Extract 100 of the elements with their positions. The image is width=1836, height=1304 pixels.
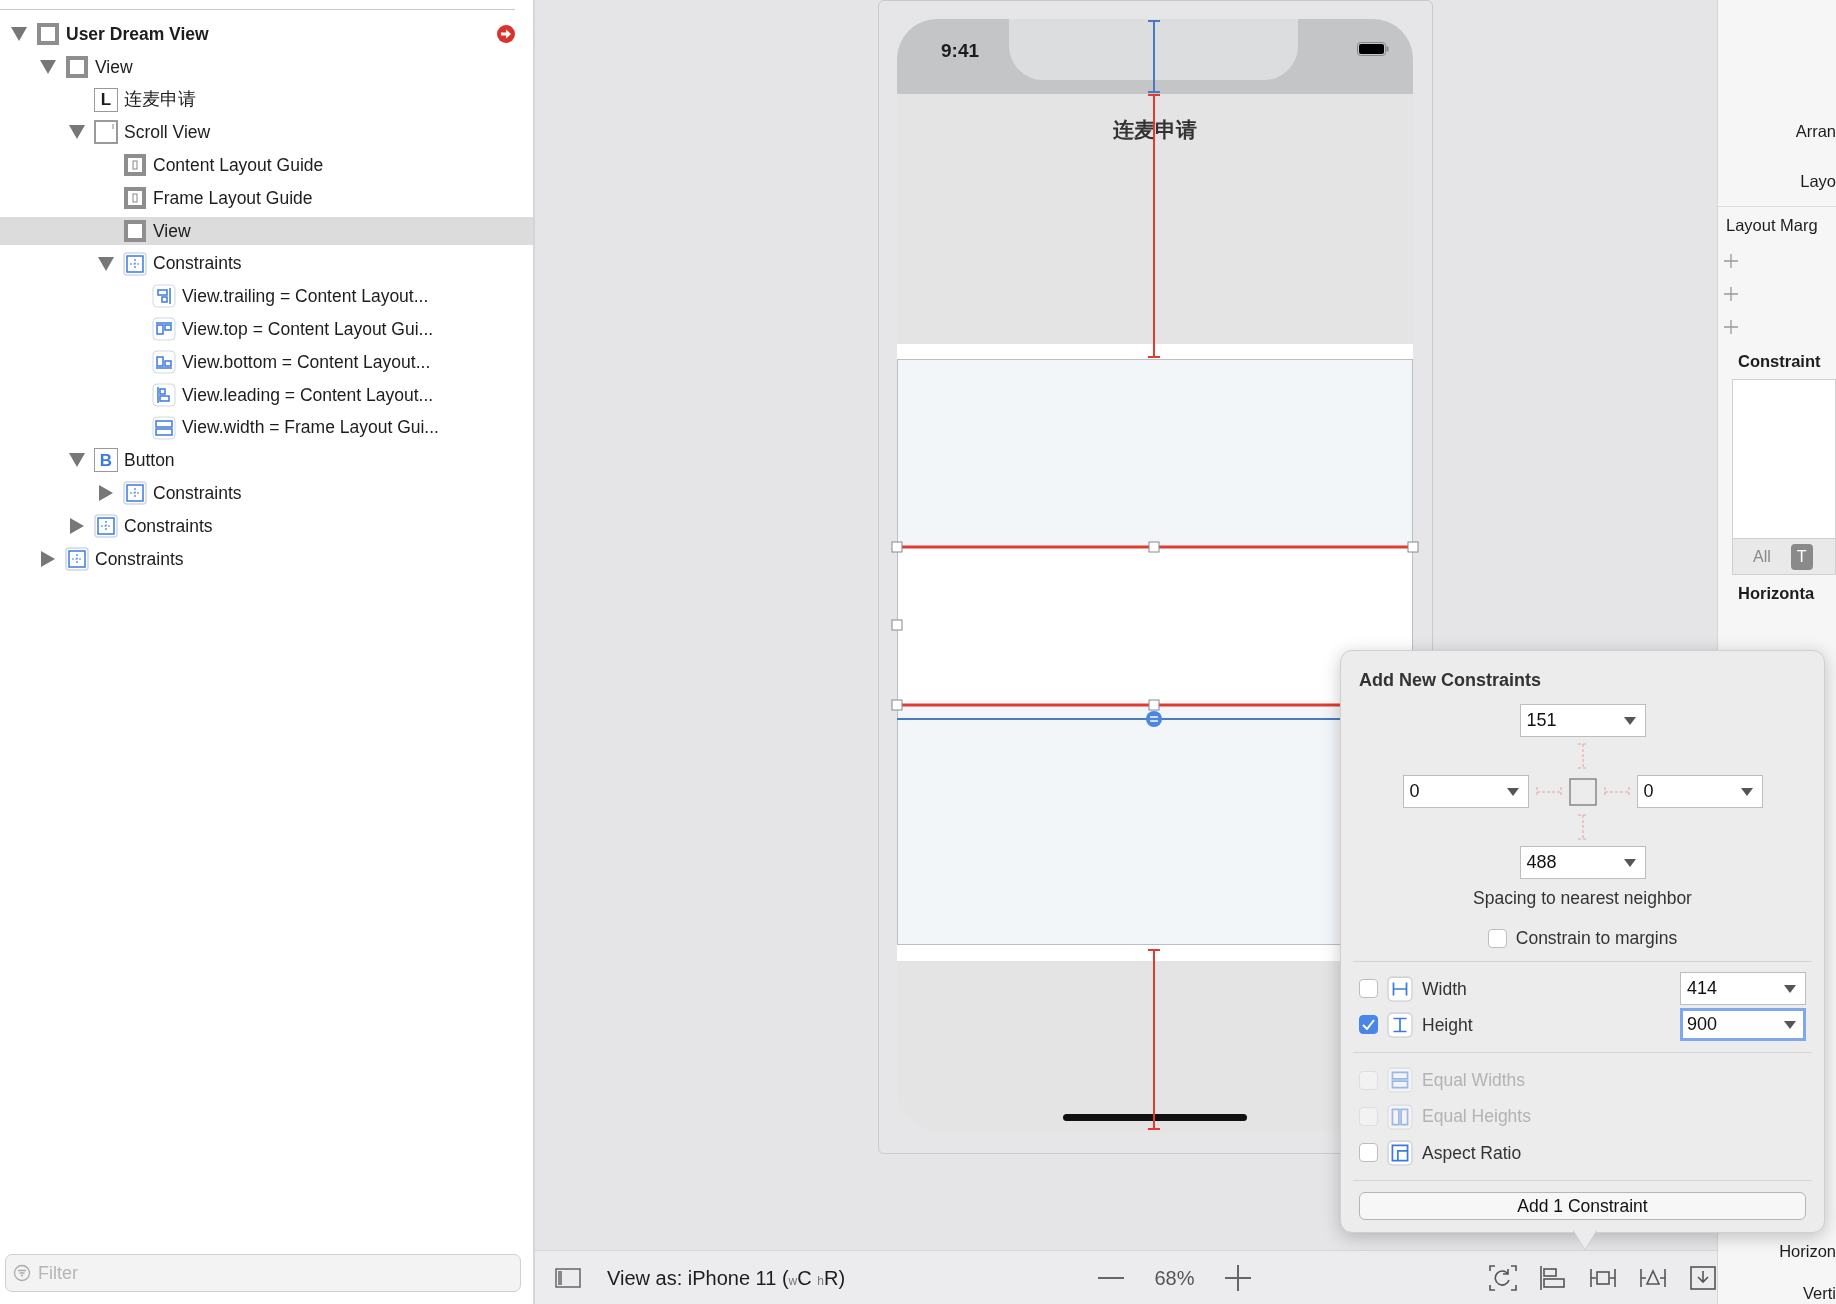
tree-row[interactable]: Content Layout Guide [0, 151, 533, 180]
value-dropdown[interactable]: 151 [1519, 704, 1646, 737]
tree-row[interactable]: User Dream View [0, 20, 533, 48]
tree-row[interactable]: View [0, 216, 533, 245]
tree-row[interactable]: View.bottom = Content Layout... [0, 347, 533, 376]
disclosure-triangle[interactable] [68, 516, 86, 535]
tree-row[interactable]: Frame Layout Guide [0, 184, 533, 212]
spacing-caption: Spacing to nearest neighbor [1472, 887, 1693, 910]
section-label: Layout Marg [1718, 206, 1836, 244]
tree-item-label[interactable]: User Dream View [66, 20, 209, 48]
checkbox-label: Constrain to margins [1515, 927, 1678, 951]
tree-row[interactable]: L 连麦申请 [0, 85, 533, 114]
tree-row[interactable]: Constraints [0, 249, 533, 278]
scroll-view-icon [94, 120, 118, 145]
constraints-icon [123, 251, 147, 276]
tree-item-label[interactable]: View.top = Content Layout Gui... [182, 316, 434, 343]
update-frames-icon[interactable] [1489, 1264, 1517, 1291]
disclosure-triangle[interactable] [97, 254, 115, 273]
value-dropdown[interactable]: 414 [1680, 972, 1806, 1006]
field-label: Horizon [1778, 1240, 1836, 1262]
height-icon [1387, 1011, 1413, 1038]
equal-heights-icon [1387, 1103, 1413, 1130]
resize-handle[interactable] [891, 541, 903, 553]
value-dropdown[interactable]: 0 [1402, 775, 1529, 808]
tree-row[interactable]: Constraints [0, 511, 533, 540]
tree-item-label[interactable]: View.leading = Content Layout... [182, 381, 434, 408]
equal-widths-icon [1387, 1067, 1413, 1094]
constraints-icon [65, 546, 89, 571]
checkbox[interactable] [1359, 1015, 1378, 1035]
constraint-icon [152, 349, 176, 374]
constraints-icon [94, 513, 118, 538]
tree-row[interactable]: View.trailing = Content Layout... [0, 282, 533, 311]
embed-icon[interactable] [1689, 1264, 1717, 1291]
tree-row[interactable]: View.top = Content Layout Gui... [0, 315, 533, 344]
tree-row[interactable]: View.width = Frame Layout Gui... [0, 413, 533, 442]
disclosure-triangle[interactable] [97, 484, 115, 503]
tree-row[interactable]: Scroll View [0, 118, 533, 147]
tree-item-label[interactable]: View [95, 53, 133, 80]
tree-row[interactable]: View.leading = Content Layout... [0, 380, 533, 409]
checkbox[interactable] [1359, 1143, 1378, 1163]
tree-item-label[interactable]: Frame Layout Guide [153, 184, 313, 212]
disclosure-triangle[interactable] [10, 25, 28, 43]
caret-icon [1623, 717, 1636, 725]
tree-item-label[interactable]: View.bottom = Content Layout... [182, 348, 431, 376]
view-icon [36, 22, 60, 46]
value-dropdown[interactable]: 0 [1636, 775, 1763, 808]
tree-item-label[interactable]: View [153, 217, 191, 244]
disclosure-triangle[interactable] [39, 549, 57, 568]
button-icon: B [94, 448, 118, 473]
disclosure-triangle[interactable] [39, 57, 57, 76]
caret-icon [1506, 788, 1519, 796]
tree-item-label[interactable]: Constraints [153, 250, 242, 277]
width-icon [1387, 975, 1413, 1002]
view-square-icon [1568, 777, 1597, 806]
value-dropdown[interactable]: 488 [1519, 846, 1646, 879]
resize-handle[interactable] [891, 699, 903, 711]
section-heading: Horizonta [1737, 582, 1816, 604]
tree-item-label[interactable]: Constraints [153, 480, 242, 507]
field-label: Verti [1801, 1282, 1836, 1304]
sidebar-toggle-icon[interactable] [555, 1267, 581, 1288]
tree-row[interactable]: Constraints [0, 479, 533, 508]
add-icon[interactable] [1724, 286, 1738, 301]
resize-handle[interactable] [1148, 541, 1160, 553]
add-icon[interactable] [1724, 253, 1738, 268]
constraint-icon [152, 284, 176, 309]
resize-handle[interactable] [891, 619, 903, 631]
tree-item-label[interactable]: Button [124, 447, 175, 474]
option-label: Equal Widths [1422, 1069, 1527, 1093]
constraints-icon [123, 481, 147, 506]
tree-row[interactable]: View [0, 52, 533, 81]
tree-item-label[interactable]: Constraints [95, 545, 184, 572]
caret-icon [1784, 985, 1796, 994]
resize-handle[interactable] [1407, 541, 1419, 553]
checkbox[interactable] [1359, 979, 1378, 999]
tree-row[interactable]: B Button [0, 446, 533, 475]
filter-icon [13, 1264, 31, 1282]
constraint-icon [152, 382, 176, 407]
checkbox[interactable] [1487, 928, 1507, 948]
status-time: 9:41 [941, 39, 980, 63]
caret-icon [1623, 859, 1636, 867]
tree-item-label[interactable]: View.trailing = Content Layout... [182, 283, 429, 310]
tree-row[interactable]: Constraints [0, 544, 533, 573]
add-constraint-button[interactable]: Add 1 Constraint [1359, 1192, 1806, 1220]
tree-item-label[interactable]: 连麦申请 [124, 86, 196, 113]
zoom-in-icon[interactable] [1224, 1264, 1251, 1291]
add-icon[interactable] [1724, 319, 1738, 334]
equal-constraint-icon[interactable] [1146, 711, 1162, 727]
caret-icon [1740, 788, 1753, 796]
resize-handle[interactable] [1148, 699, 1160, 711]
option-label: Aspect Ratio [1422, 1141, 1523, 1165]
filter-field[interactable]: Filter [5, 1254, 521, 1292]
align-icon[interactable] [1539, 1264, 1567, 1291]
zoom-out-icon[interactable] [1098, 1275, 1125, 1280]
option-label: Width [1422, 977, 1468, 1001]
view-icon [123, 218, 147, 243]
tree-item-label[interactable]: View.width = Frame Layout Gui... [182, 414, 439, 441]
value-dropdown[interactable]: 900 [1680, 1008, 1806, 1042]
tree-item-label[interactable]: Constraints [124, 512, 213, 540]
tree-item-label[interactable]: Content Layout Guide [153, 152, 324, 179]
tree-item-label[interactable]: Scroll View [124, 119, 211, 146]
